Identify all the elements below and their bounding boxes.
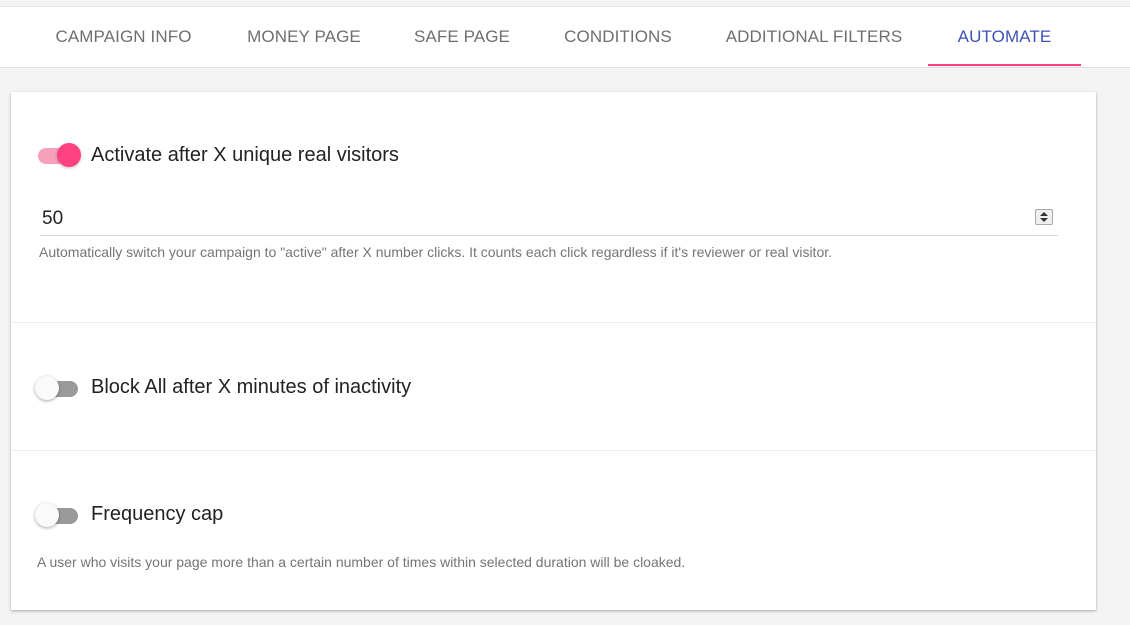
number-spinner[interactable] [1035,209,1053,225]
tab-bar: CAMPAIGN INFO MONEY PAGE SAFE PAGE CONDI… [0,6,1130,68]
activate-label: Activate after X unique real visitors [91,144,399,166]
spin-down-icon[interactable] [1040,218,1048,222]
section-divider [11,450,1096,451]
frequency-cap-label: Frequency cap [91,503,224,525]
tab-campaign-info[interactable]: CAMPAIGN INFO [37,7,210,67]
frequency-cap-toggle[interactable] [35,502,79,528]
automate-settings-card: Activate after X unique real visitors Au… [11,92,1096,610]
activate-helper-text: Automatically switch your campaign to "a… [39,244,833,260]
tab-additional-filters[interactable]: ADDITIONAL FILTERS [709,7,919,67]
tab-conditions[interactable]: CONDITIONS [546,7,690,67]
visitors-count-input[interactable] [40,203,1058,236]
toggle-thumb [35,376,59,400]
tab-money-page[interactable]: MONEY PAGE [228,7,380,67]
spin-up-icon[interactable] [1040,212,1048,216]
tab-automate[interactable]: AUTOMATE [928,7,1081,67]
toggle-thumb [57,143,81,167]
frequency-cap-helper-text: A user who visits your page more than a … [37,554,686,570]
section-divider [11,322,1096,323]
active-tab-indicator [928,64,1081,66]
block-toggle[interactable] [35,375,79,401]
toggle-thumb [35,503,59,527]
tab-safe-page[interactable]: SAFE PAGE [398,7,526,67]
block-label: Block All after X minutes of inactivity [91,376,412,398]
activate-toggle[interactable] [37,142,81,168]
